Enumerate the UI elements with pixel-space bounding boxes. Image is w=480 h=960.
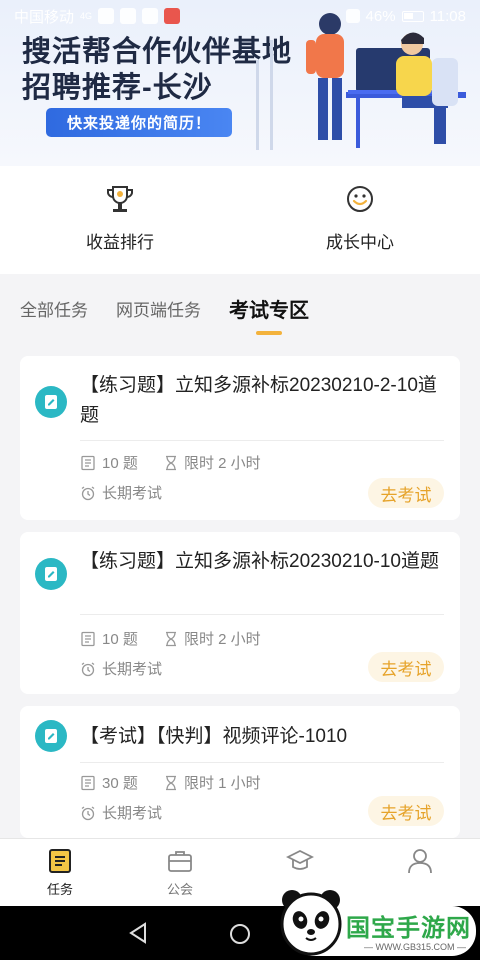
- exam-period: 长期考试: [80, 802, 162, 823]
- tab-exam-zone[interactable]: 考试专区: [229, 294, 309, 335]
- list-icon: [81, 631, 95, 646]
- question-count: 10 题: [80, 628, 138, 649]
- exam-doc-icon: [35, 720, 67, 752]
- nav-tasks[interactable]: 任务: [0, 839, 120, 906]
- task-title: 【练习题】立知多源补标20230210-2-10道题: [80, 375, 437, 426]
- time-limit: 限时 2 小时: [164, 628, 261, 649]
- alarm-clock-icon: [81, 661, 95, 676]
- list-icon: [81, 455, 95, 470]
- battery-percent: 46%: [365, 7, 396, 25]
- smiley-icon: [347, 186, 373, 212]
- hourglass-icon: [166, 455, 176, 470]
- task-list-icon: [49, 849, 71, 873]
- exam-doc-icon: [35, 386, 67, 418]
- carrier-label: 中国移动: [14, 8, 75, 26]
- quick-entry-label: 成长中心: [326, 233, 394, 252]
- person-icon: [408, 849, 432, 874]
- watermark-url: — WWW.GB315.COM —: [364, 942, 467, 952]
- wifi-icon: [98, 8, 115, 24]
- go-exam-button[interactable]: 去考试: [368, 796, 444, 826]
- tab-web-tasks[interactable]: 网页端任务: [116, 296, 201, 321]
- question-count-text: 10 题: [102, 455, 138, 472]
- task-title: 【练习题】立知多源补标20230210-10道题: [80, 551, 439, 572]
- exam-period-text: 长期考试: [102, 661, 163, 678]
- card-divider: [80, 440, 444, 441]
- task-card[interactable]: 【练习题】立知多源补标20230210-10道题 10 题 限时 2 小时 长期…: [20, 532, 460, 694]
- watermark-brand: 国宝手游网: [346, 915, 471, 942]
- question-count: 10 题: [80, 452, 138, 473]
- quick-entry-label: 收益排行: [86, 233, 154, 252]
- exam-period-text: 长期考试: [102, 805, 163, 822]
- quick-entry-growth-center[interactable]: 成长中心: [240, 166, 480, 274]
- card-divider: [80, 762, 444, 763]
- question-count-text: 30 题: [102, 775, 138, 792]
- time-limit: 限时 1 小时: [164, 772, 261, 793]
- list-icon: [81, 775, 95, 790]
- back-icon[interactable]: [128, 922, 148, 944]
- hourglass-icon: [166, 631, 176, 646]
- time-limit-text: 限时 2 小时: [184, 455, 261, 472]
- tab-exam-zone-label: 考试专区: [229, 300, 309, 322]
- graduation-cap-icon: [286, 849, 314, 870]
- task-tabs: 全部任务 网页端任务 考试专区: [20, 294, 309, 335]
- task-title: 【考试】【快判】视频评论-1010: [80, 726, 348, 747]
- card-divider: [80, 614, 444, 615]
- panda-logo-icon: [280, 890, 342, 956]
- exam-period: 长期考试: [80, 658, 162, 679]
- tab-all-tasks[interactable]: 全部任务: [20, 296, 88, 321]
- nav-guild-label: 公会: [166, 882, 193, 897]
- quick-entry-bar: 收益排行 成长中心: [0, 166, 480, 274]
- exam-period-text: 长期考试: [102, 485, 163, 502]
- battery-icon: [401, 10, 424, 22]
- go-exam-button[interactable]: 去考试: [368, 478, 444, 508]
- time-limit-text: 限时 2 小时: [184, 631, 261, 648]
- status-bar: 中国移动 4G 46% 11:08: [0, 0, 480, 32]
- question-count: 30 题: [80, 772, 138, 793]
- site-watermark: 国宝手游网 — WWW.GB315.COM —: [266, 880, 480, 960]
- alarm-icon: [345, 9, 360, 23]
- question-count-text: 10 题: [102, 631, 138, 648]
- time-limit-text: 限时 1 小时: [184, 775, 261, 792]
- network-label: 4G: [80, 11, 93, 21]
- trophy-icon: [107, 186, 133, 212]
- qq-icon: [142, 8, 159, 24]
- banner-cta-button[interactable]: 快来投递你的简历！: [46, 108, 232, 137]
- briefcase-icon: [168, 851, 192, 872]
- time-limit: 限时 2 小时: [164, 452, 261, 473]
- app-notification-icon: [164, 8, 181, 24]
- nav-tasks-label: 任务: [46, 882, 73, 897]
- task-card[interactable]: 【考试】【快判】视频评论-1010 30 题 限时 1 小时 长期考试 去考试: [20, 706, 460, 838]
- nav-guild[interactable]: 公会: [120, 839, 240, 906]
- exam-period: 长期考试: [80, 482, 162, 503]
- exam-doc-icon: [35, 558, 67, 590]
- banner-title-line2: 招聘推荐-长沙: [22, 72, 213, 104]
- hourglass-icon: [166, 775, 176, 790]
- home-icon[interactable]: [230, 924, 250, 944]
- clock: 11:08: [429, 7, 466, 25]
- task-card[interactable]: 【练习题】立知多源补标20230210-2-10道题 10 题 限时 2 小时 …: [20, 356, 460, 520]
- alarm-clock-icon: [81, 805, 95, 820]
- quick-entry-earnings-ranking[interactable]: 收益排行: [0, 166, 240, 274]
- active-tab-indicator: [256, 331, 282, 335]
- alarm-clock-icon: [81, 485, 95, 500]
- go-exam-button[interactable]: 去考试: [368, 652, 444, 682]
- wechat-icon: [120, 8, 137, 24]
